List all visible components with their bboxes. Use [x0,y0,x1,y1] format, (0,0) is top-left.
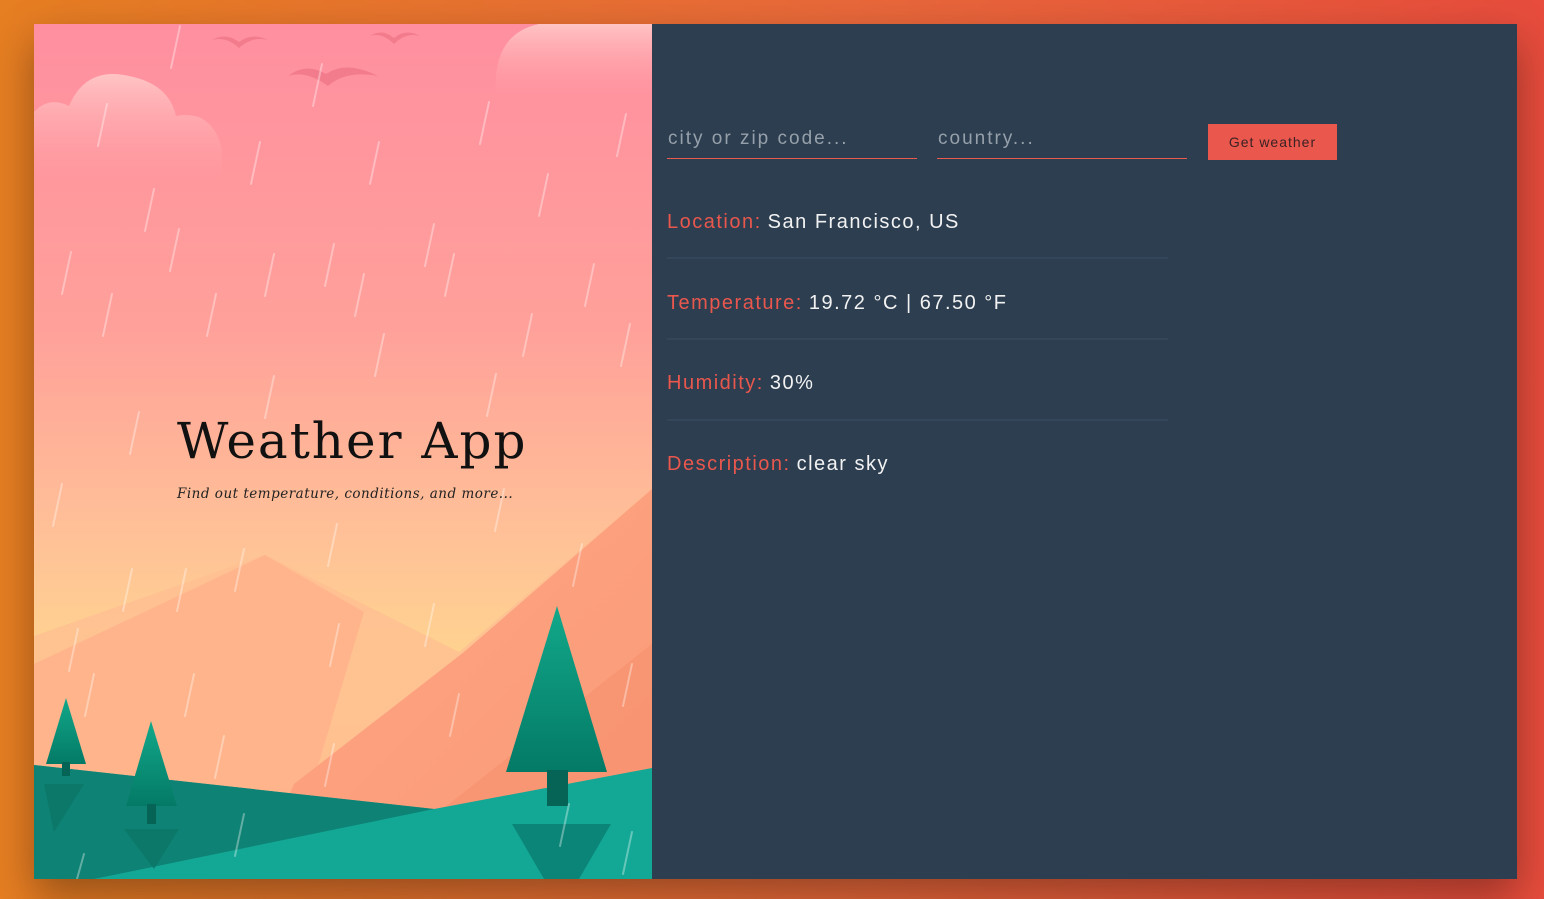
temperature-row: Temperature: 19.72 °C | 67.50 °F [667,292,1168,315]
weather-panel: Get weather Location:San Francisco, US T… [652,24,1517,879]
humidity-label: Humidity: [667,372,764,394]
city-field [667,120,917,159]
description-label: Description: [667,453,791,475]
app-container: Weather App Find out temperature, condit… [34,24,1517,879]
get-weather-button[interactable]: Get weather [1208,124,1337,160]
temperature-value: 19.72 °C | 67.50 °F [808,292,1008,314]
app-subtitle: Find out temperature, conditions, and mo… [177,486,514,502]
description-value: clear sky [796,453,890,475]
divider [667,419,1168,421]
divider [667,257,1168,259]
country-field [937,120,1187,159]
location-row: Location: San Francisco, US [667,211,1168,234]
hero-text: Weather App Find out temperature, condit… [34,24,652,879]
app-title: Weather App [177,412,528,470]
location-label: Location: [667,211,762,233]
divider [667,338,1168,340]
humidity-value: 30% [769,372,815,394]
description-row: Description: clear sky [667,453,1168,476]
temperature-label: Temperature: [667,292,803,314]
country-input[interactable] [937,120,1187,158]
humidity-row: Humidity: 30% [667,372,1168,395]
location-value: San Francisco, US [767,211,960,233]
hero-illustration-panel: Weather App Find out temperature, condit… [34,24,652,879]
city-input[interactable] [667,120,917,158]
